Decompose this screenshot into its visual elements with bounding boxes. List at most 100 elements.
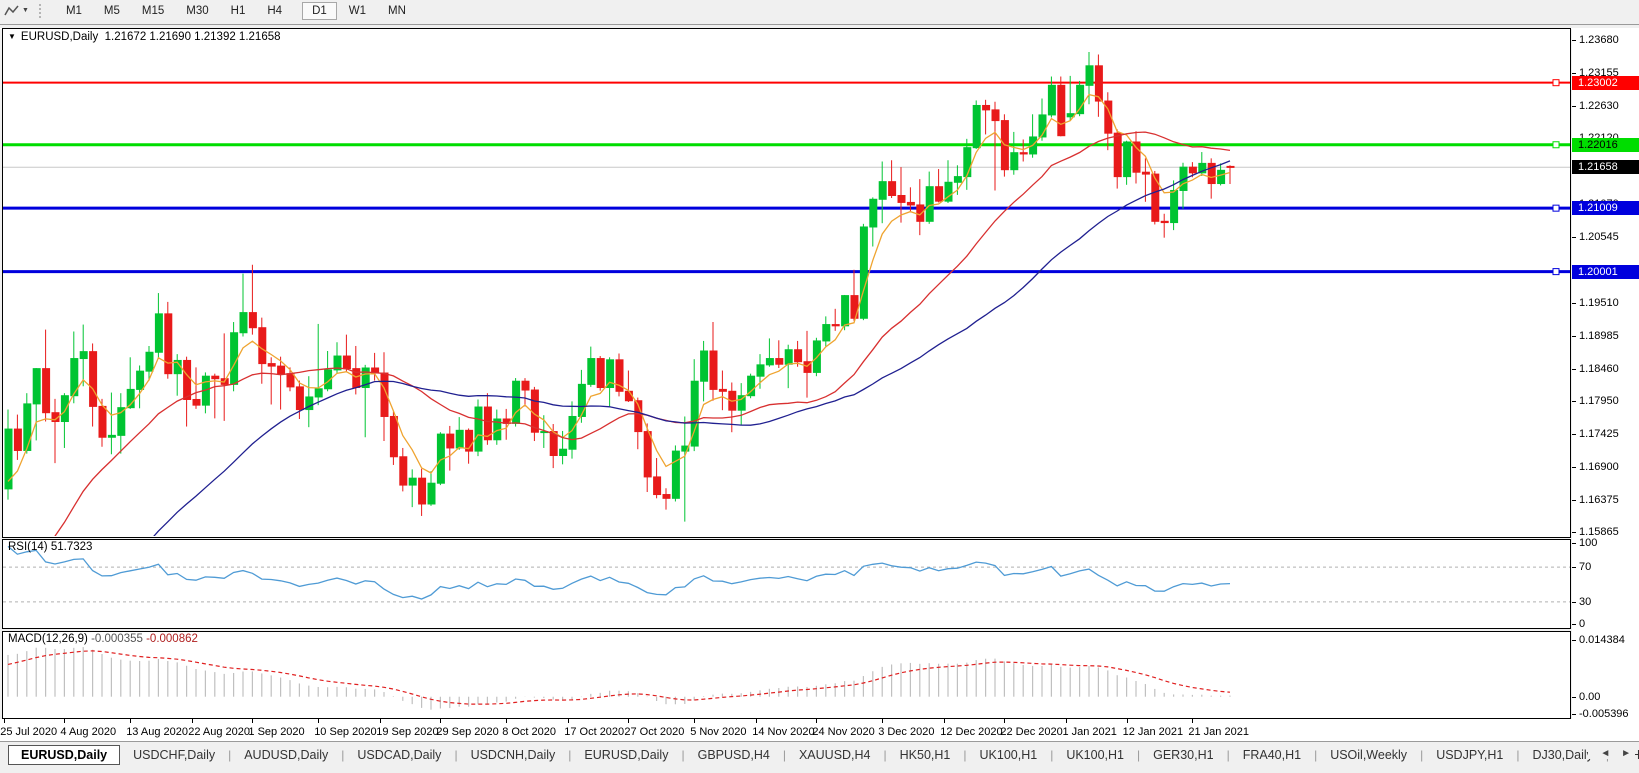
candle-body: [390, 416, 397, 456]
macd-tick-label: 0.014384: [1579, 634, 1625, 646]
current-price-label: 1.21658: [1572, 160, 1639, 174]
candle-body: [663, 495, 670, 499]
candle-body: [1189, 167, 1196, 173]
candle-body: [823, 325, 830, 341]
price-tick-mark: [1572, 532, 1576, 533]
chart-ohlc-values: 1.21672 1.21690 1.21392 1.21658: [105, 31, 281, 43]
candle-body: [90, 352, 97, 407]
date-tick-mark: [130, 719, 131, 723]
candle-body: [33, 369, 40, 404]
candle-body: [578, 384, 585, 416]
candle-body: [889, 182, 896, 196]
price-tick-mark: [1572, 73, 1576, 74]
price-tick-label: 1.19510: [1579, 297, 1619, 309]
candle-body: [1142, 172, 1149, 174]
date-label: 27 Oct 2020: [624, 726, 684, 738]
time-axis[interactable]: 25 Jul 20204 Aug 202013 Aug 202022 Aug 2…: [0, 719, 1639, 741]
date-tick-mark: [380, 719, 381, 723]
chart-tab-eurusd-daily[interactable]: EURUSD,Daily: [571, 745, 681, 765]
date-tick-mark: [882, 719, 883, 723]
candle-body: [231, 333, 238, 385]
chart-tab-xauusd-h4[interactable]: XAUUSD,H4: [786, 745, 884, 765]
candle-body: [400, 457, 407, 485]
chart-tab-bar: EURUSD,DailyUSDCHF,Daily|AUDUSD,Daily|US…: [0, 741, 1639, 773]
candle-body: [268, 364, 275, 367]
chart-tab-usdchf-daily[interactable]: USDCHF,Daily: [120, 745, 228, 765]
date-label: 22 Dec 2020: [1000, 726, 1062, 738]
chart-collapse-icon[interactable]: ▼: [8, 32, 16, 41]
candle-body: [409, 478, 416, 485]
price-tick-label: 1.23680: [1579, 34, 1619, 46]
chart-tab-audusd-daily[interactable]: AUDUSD,Daily: [231, 745, 341, 765]
price-axis[interactable]: 1.236801.231551.226301.221201.215951.210…: [1572, 28, 1639, 719]
candle-body: [766, 359, 773, 365]
tab-scroll-right-icon[interactable]: ►: [1617, 748, 1635, 759]
macd-panel: [3, 632, 1571, 719]
candle-body: [43, 369, 50, 413]
tab-scroll-arrows: ◄ ►: [1588, 748, 1635, 759]
chart-tab-hk50-h1[interactable]: HK50,H1: [887, 745, 964, 765]
candle-body: [1218, 170, 1225, 183]
date-tick-mark: [694, 719, 695, 723]
candle-body: [926, 187, 933, 222]
line-price-label: 1.23002: [1572, 76, 1639, 90]
line-handle[interactable]: [1553, 80, 1559, 86]
date-label: 12 Dec 2020: [940, 726, 1002, 738]
price-tick-mark: [1572, 401, 1576, 402]
candle-body: [447, 434, 454, 448]
tab-scroll-left-icon[interactable]: ◄: [1596, 748, 1614, 759]
chart-canvas[interactable]: [0, 0, 1639, 773]
date-tick-mark: [192, 719, 193, 723]
candle-body: [954, 177, 961, 183]
candle-body: [278, 366, 285, 374]
chart-tab-fra40-h1[interactable]: FRA40,H1: [1230, 745, 1314, 765]
date-label: 19 Sep 2020: [376, 726, 438, 738]
price-tick-label: 1.18460: [1579, 363, 1619, 375]
date-label: 4 Aug 2020: [60, 726, 116, 738]
price-tick-mark: [1572, 237, 1576, 238]
candle-body: [522, 381, 529, 390]
line-handle[interactable]: [1553, 269, 1559, 275]
rsi-tick-mark: [1572, 567, 1576, 568]
chart-tab-usdcnh-daily[interactable]: USDCNH,Daily: [458, 745, 569, 765]
date-tick-mark: [440, 719, 441, 723]
chart-tab-usdjpy-h1[interactable]: USDJPY,H1: [1423, 745, 1516, 765]
chart-tab-gbpusd-h4[interactable]: GBPUSD,H4: [685, 745, 783, 765]
chart-tab-eurusd-daily[interactable]: EURUSD,Daily: [8, 745, 120, 765]
rsi-tick-label: 70: [1579, 561, 1591, 573]
date-label: 14 Nov 2020: [752, 726, 814, 738]
candle-body: [108, 435, 115, 437]
price-tick-label: 1.22630: [1579, 100, 1619, 112]
candle-body: [1058, 85, 1065, 135]
rsi-tick-label: 100: [1579, 537, 1597, 549]
macd-tick-mark: [1572, 697, 1576, 698]
candle-body: [870, 199, 877, 227]
candle-body: [1048, 85, 1055, 115]
candle-body: [240, 313, 247, 333]
line-handle[interactable]: [1553, 142, 1559, 148]
macd-tick-label: 0.00: [1579, 691, 1600, 703]
line-handle[interactable]: [1553, 205, 1559, 211]
candle-body: [842, 296, 849, 326]
candle-body: [701, 351, 708, 381]
chart-tab-ger30-h1[interactable]: GER30,H1: [1140, 745, 1226, 765]
date-label: 29 Sep 2020: [436, 726, 498, 738]
candle-body: [428, 483, 435, 504]
date-tick-mark: [1127, 719, 1128, 723]
candle-body: [315, 389, 322, 397]
chart-tab-usdcad-daily[interactable]: USDCAD,Daily: [344, 745, 454, 765]
candle-body: [757, 365, 764, 376]
chart-tab-uk100-h1[interactable]: UK100,H1: [1053, 745, 1137, 765]
macd-tick-mark: [1572, 714, 1576, 715]
chart-symbol-label: EURUSD,Daily: [21, 31, 98, 43]
chart-tab-uk100-h1[interactable]: UK100,H1: [967, 745, 1051, 765]
candle-body: [936, 187, 943, 201]
candle-body: [710, 351, 717, 389]
rsi-tick-mark: [1572, 624, 1576, 625]
date-label: 5 Nov 2020: [690, 726, 746, 738]
candle-body: [1077, 85, 1084, 113]
candle-body: [1124, 142, 1131, 177]
chart-tab-usoil-weekly[interactable]: USOil,Weekly: [1317, 745, 1420, 765]
macd-title: MACD(12,26,9) -0.000355 -0.000862: [8, 633, 198, 645]
candle-body: [343, 356, 350, 369]
